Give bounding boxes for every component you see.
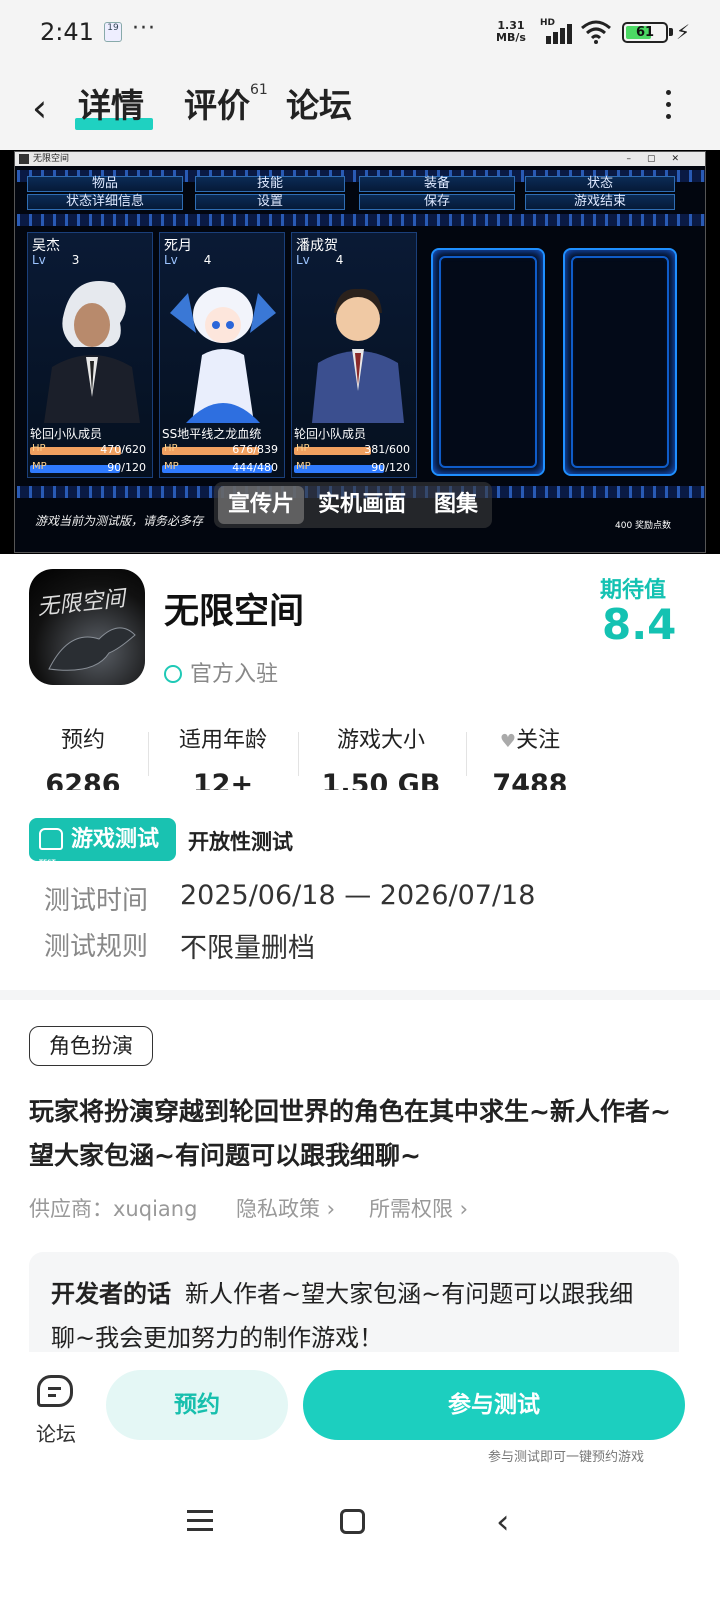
character-mp: MP 90/120 (30, 461, 146, 474)
stat-divider (298, 732, 299, 776)
character-hp: HP 676/839 (162, 443, 278, 456)
tab-reviews[interactable]: 评价 (184, 84, 250, 128)
stat-age: 适用年龄 12+ (178, 728, 267, 790)
verified-icon (164, 665, 182, 683)
media-tab-gameplay[interactable]: 实机画面 (318, 490, 406, 520)
character-mp: MP 90/120 (294, 461, 410, 474)
back-button[interactable]: ‹ (32, 88, 47, 128)
heart-icon: ♥ (499, 731, 517, 752)
permissions-link[interactable]: 所需权限 › (369, 1193, 468, 1223)
status-time: 2:41 (40, 18, 94, 46)
chevron-right-icon: › (320, 1197, 336, 1221)
calendar-icon: 19 (104, 22, 122, 42)
character-name: 吴杰 (32, 238, 60, 254)
character-role: 轮回小队成员 (30, 427, 103, 441)
window-controls: –▢✕ (626, 154, 695, 164)
character-level: Lv 3 (32, 253, 80, 267)
character-mp: MP 444/480 (162, 461, 278, 474)
character-card: 吴杰 Lv 3 轮回小队成员 HP 470/620 MP 90/120 (27, 232, 153, 478)
character-name: 死月 (164, 238, 192, 254)
game-test-badge: 游戏测试 (29, 818, 176, 884)
character-hp: HP 381/600 (294, 443, 410, 456)
section-separator (0, 990, 720, 1000)
game-menu-item: 设置 (195, 194, 345, 210)
test-rule-label: 测试规则 (44, 932, 149, 962)
forum-icon[interactable] (37, 1375, 73, 1407)
app-icon: 无限空间 (29, 569, 145, 685)
screenshot-points: 400 奖励点数 (615, 521, 672, 531)
game-menu-item: 状态详细信息 (27, 194, 183, 210)
character-role: 轮回小队成员 (294, 427, 367, 441)
developer-notes-label: 开发者的话 (51, 1280, 171, 1308)
game-menu-item: 装备 (359, 176, 515, 192)
game-description: 玩家将扮演穿越到轮回世界的角色在其中求生~新人作者~望大家包涵~有问题可以跟我细… (29, 1097, 671, 1170)
network-speed: 1.31 MB/s (496, 19, 526, 44)
screenshot-window-title: 无限空间 (33, 154, 70, 164)
window-app-icon (19, 154, 29, 164)
reserve-button[interactable]: 预约 (106, 1370, 288, 1440)
signal-icon (546, 24, 574, 44)
stat-reservations: 预约 6286 (45, 728, 121, 790)
join-test-hint: 参与测试即可一键预约游戏 (488, 1450, 645, 1465)
supplier: 供应商：xuqiang (29, 1197, 198, 1221)
home-button[interactable] (340, 1509, 365, 1534)
stat-size: 游戏大小 1.50 GB (321, 728, 441, 790)
screenshot-window-titlebar: 无限空间 –▢✕ (15, 152, 705, 166)
battery-icon: 61 (622, 22, 668, 43)
test-icon (39, 828, 63, 884)
forum-button-label[interactable]: 论坛 (36, 1418, 76, 1447)
official-badge: 官方入驻 (164, 656, 278, 688)
screenshot-divider (17, 214, 705, 226)
system-back-button[interactable]: ‹ (496, 1505, 510, 1539)
game-menu-item: 技能 (195, 176, 345, 192)
media-tab-trailer[interactable]: 宣传片 (228, 490, 294, 520)
test-rule-value: 不限量删档 (180, 933, 315, 964)
more-notifications-icon: ··· (132, 16, 156, 41)
privacy-policy-link[interactable]: 隐私政策 › (236, 1193, 335, 1223)
character-card: 潘成贺 Lv 4 轮回小队成员 HP 381/600 MP 90/120 (291, 232, 417, 478)
media-tab-gallery[interactable]: 图集 (434, 490, 478, 520)
game-menu-item: 物品 (27, 176, 183, 192)
character-name: 潘成贺 (296, 238, 338, 254)
character-hp: HP 470/620 (30, 443, 146, 456)
tab-forum[interactable]: 论坛 (286, 84, 352, 128)
more-options-icon[interactable] (664, 88, 672, 122)
character-role: SS地平线之龙血统 (162, 427, 262, 441)
tab-details[interactable]: 详情 (78, 84, 144, 128)
test-time-value: 2025/06/18 — 2026/07/18 (180, 880, 536, 911)
test-time-label: 测试时间 (44, 886, 149, 916)
test-type: 开放性测试 (188, 830, 293, 854)
developer-notes: 开发者的话 新人作者~望大家包涵~有问题可以跟我细聊~我会更加努力的制作游戏！ (29, 1252, 679, 1362)
battery-level: 61 (635, 25, 655, 40)
character-card: 死月 Lv 4 SS地平线之龙血统 HP 676/839 MP 444/480 (159, 232, 285, 478)
character-portrait (170, 287, 276, 423)
game-title: 无限空间 (164, 592, 305, 632)
character-level: Lv 4 (164, 253, 212, 267)
stat-followers[interactable]: ♥关注 7488 (455, 722, 605, 790)
join-test-button[interactable]: 参与测试 (303, 1370, 685, 1440)
game-menu-item: 游戏结束 (525, 194, 675, 210)
character-portrait (312, 288, 404, 423)
character-level: Lv 4 (296, 253, 344, 267)
character-portrait (44, 281, 140, 423)
empty-party-slot (563, 248, 677, 476)
screenshot-footer-note: 游戏当前为测试版，请务必多存 (35, 514, 204, 528)
genre-tag[interactable]: 角色扮演 (29, 1026, 153, 1066)
chevron-right-icon: › (453, 1197, 469, 1221)
reviews-count-badge: 61 (250, 82, 268, 98)
battery-tip (669, 28, 673, 36)
charging-icon: ⚡ (676, 20, 691, 44)
game-menu-item: 状态 (525, 176, 675, 192)
wifi-icon (581, 20, 611, 44)
recent-apps-button[interactable] (187, 1510, 213, 1532)
game-menu-item: 保存 (359, 194, 515, 210)
expectation-score: 8.4 (602, 600, 677, 649)
empty-party-slot (431, 248, 545, 476)
